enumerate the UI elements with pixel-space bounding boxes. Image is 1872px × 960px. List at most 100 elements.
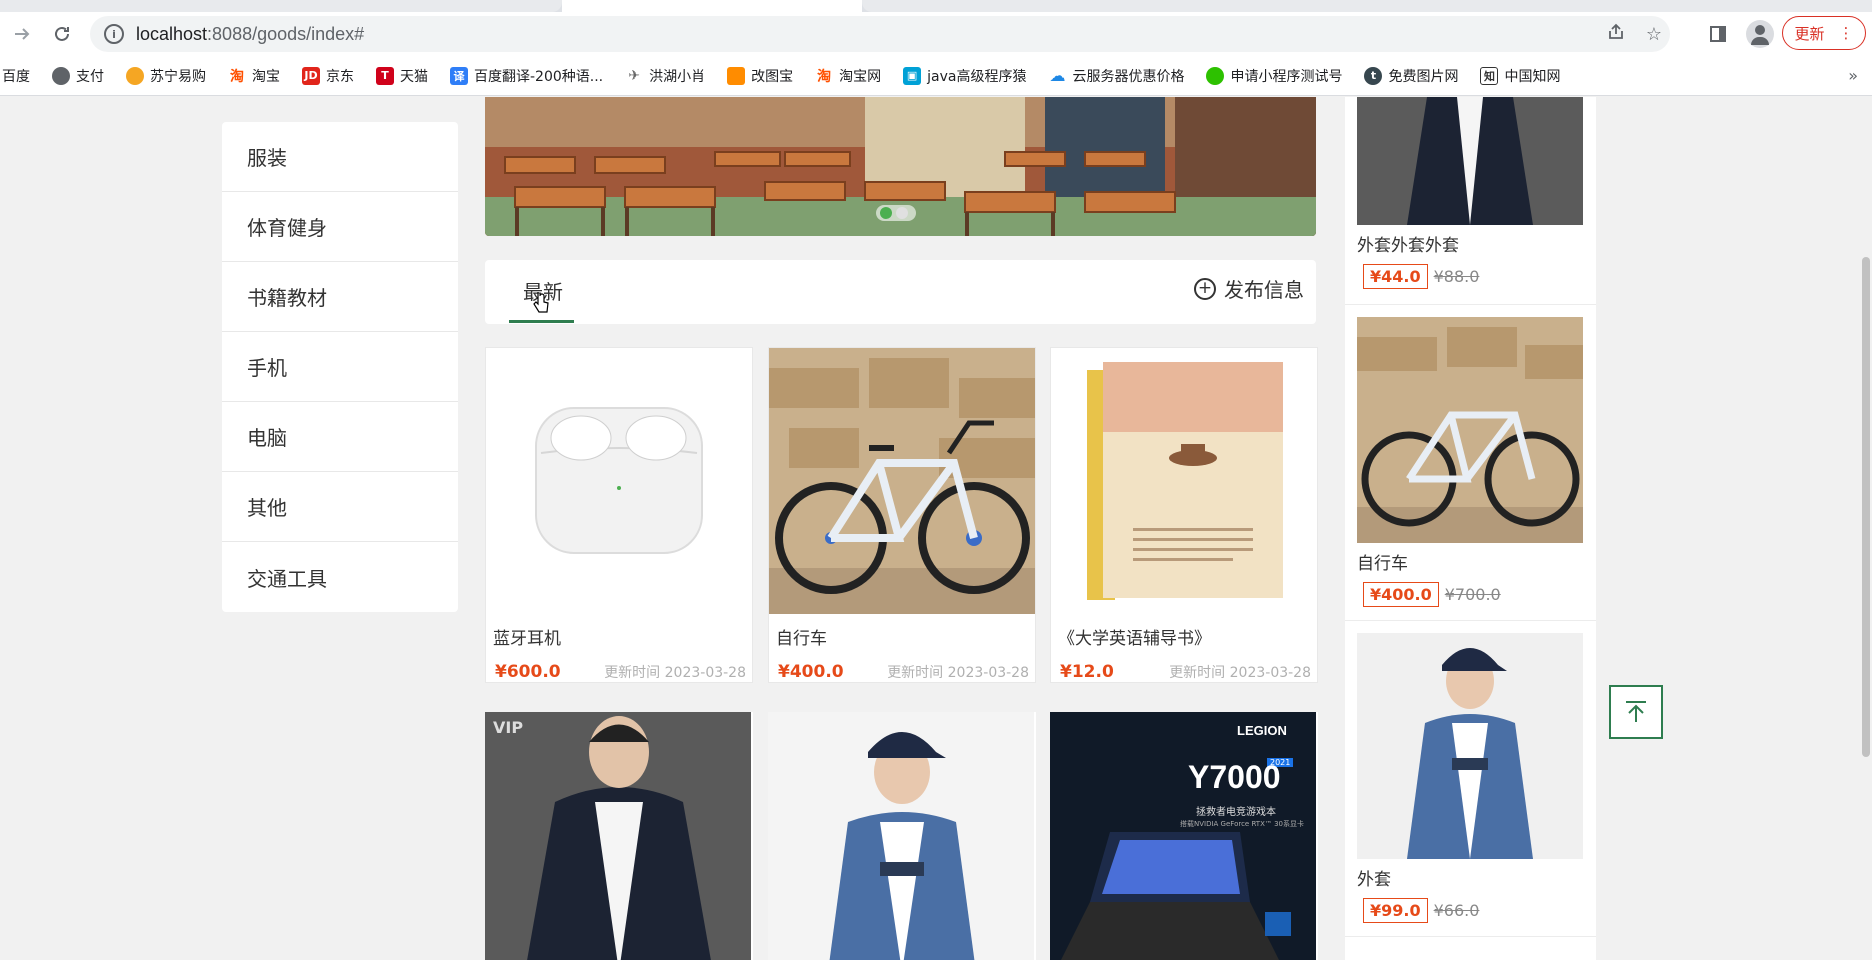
product-card[interactable] [768,712,1036,960]
bookmark-item[interactable]: 申请小程序测试号 [1206,66,1342,86]
category-item[interactable]: 体育健身 [222,192,458,262]
scrollbar-thumb[interactable] [1862,257,1870,757]
category-item[interactable]: 服装 [222,122,458,192]
recommend-price: ¥99.0 [1363,898,1428,923]
product-image[interactable] [768,712,1034,960]
product-update-time: 更新时间 2023-03-28 [1169,665,1311,681]
product-card[interactable]: 《大学英语辅导书》 ¥12.0 更新时间 2023-03-28 [1050,347,1318,683]
bookmark-item[interactable]: 百度 [2,66,30,86]
bookmark-item[interactable]: ☁ 云服务器优惠价格 [1048,66,1184,86]
bookmark-item[interactable]: 淘淘宝网 [815,66,881,86]
translate-icon: 译 [450,66,468,85]
carousel-dot[interactable] [896,207,908,219]
product-image[interactable] [769,348,1035,614]
side-panel-icon[interactable] [1704,20,1732,48]
bookmark-item[interactable]: ▣ java高级程序猿 [903,66,1026,86]
product-card[interactable]: 蓝牙耳机 ¥600.0 更新时间 2023-03-28 [485,347,753,683]
publish-label: 发布信息 [1224,278,1304,302]
site-info-icon[interactable]: i [104,24,124,44]
add-circle-icon: + [1194,277,1216,300]
laptop-subtitle: 搭载NVIDIA GeForce RTX™ 30系显卡 [1180,820,1305,828]
laptop-tagline: 拯救者电竞游戏本 [1196,807,1276,818]
profile-avatar[interactable] [1746,20,1774,48]
product-price: ¥12.0 [1060,662,1114,682]
globe-icon [52,66,70,85]
product-image[interactable] [486,348,752,614]
star-bookmark-icon[interactable]: ☆ [1646,24,1662,45]
cnki-icon: 知 [1480,66,1499,85]
recommend-image[interactable] [1357,97,1583,225]
recommend-title[interactable]: 外套 [1357,865,1583,890]
category-item[interactable]: 交通工具 [222,542,458,612]
recommend-image[interactable] [1357,317,1583,543]
recommend-price: ¥400.0 [1363,582,1439,607]
recommend-title[interactable]: 外套外套外套 [1357,231,1583,256]
recommend-item[interactable]: 外套 ¥99.0 ¥66.0 [1357,633,1583,923]
browser-toolbar: i localhost:8088/goods/index# ☆ 更新 ⋮ [0,12,1872,56]
active-tab-indicator [509,320,574,323]
suning-icon [126,66,144,85]
product-title[interactable]: 蓝牙耳机 [486,614,752,656]
category-item[interactable]: 手机 [222,332,458,402]
recommend-title[interactable]: 自行车 [1357,549,1583,574]
product-title[interactable]: 《大学英语辅导书》 [1051,614,1317,656]
bookmark-item[interactable]: 淘淘宝 [228,66,280,86]
recommend-item[interactable]: 外套外套外套 ¥44.0 ¥88.0 [1357,97,1583,289]
product-image[interactable] [1051,348,1317,614]
image-tool-icon [727,66,746,85]
product-image[interactable] [1050,712,1316,960]
product-title[interactable]: 自行车 [769,614,1035,656]
back-to-top-button[interactable] [1609,685,1663,739]
reload-icon[interactable] [48,20,76,48]
product-price: ¥600.0 [495,662,561,682]
recommend-image[interactable] [1357,633,1583,859]
bookmark-item[interactable]: 知中国知网 [1480,66,1560,86]
recommend-old-price: ¥88.0 [1433,267,1480,286]
bookmarks-more-icon[interactable]: » [1848,66,1858,85]
browser-tab-active[interactable] [562,0,862,12]
bookmark-item[interactable]: ✈ 洪湖小肖 [625,66,705,86]
product-card[interactable] [1050,712,1318,960]
publish-button[interactable]: + 发布信息 [1194,274,1304,303]
recommend-item[interactable]: 自行车 ¥400.0 ¥700.0 [1357,317,1583,607]
product-update-time: 更新时间 2023-03-28 [604,665,746,681]
bookmark-item[interactable]: 支付 [52,66,104,86]
category-item[interactable]: 其他 [222,472,458,542]
more-vert-icon[interactable]: ⋮ [1839,24,1854,42]
recommend-column: 外套外套外套 ¥44.0 ¥88.0 自行车 ¥400.0 ¥700.0 外套 … [1345,97,1596,960]
recommend-old-price: ¥66.0 [1433,901,1480,920]
carousel-indicator[interactable] [876,205,916,221]
address-bar[interactable]: i localhost:8088/goods/index# ☆ [90,16,1670,52]
bookmark-item[interactable]: 译百度翻译-200种语... [450,66,603,86]
update-button[interactable]: 更新 ⋮ [1782,16,1866,50]
product-image[interactable] [485,712,751,960]
browser-tab[interactable] [862,0,1872,12]
product-card[interactable] [485,712,753,960]
url-text[interactable]: localhost:8088/goods/index# [136,24,364,45]
cloud-icon: ☁ [1049,66,1066,85]
vip-badge: VIP [493,718,524,737]
recommend-old-price: ¥700.0 [1444,585,1501,604]
bookmark-item[interactable]: JD 京东 [302,66,354,86]
product-price: ¥400.0 [778,662,844,682]
bookmark-item[interactable]: 苏宁易购 [126,66,206,86]
product-card[interactable]: 自行车 ¥400.0 更新时间 2023-03-28 [768,347,1036,683]
jd-icon: JD [302,66,320,85]
bookmark-item[interactable]: 改图宝 [727,66,793,86]
bird-icon: ✈ [628,67,640,84]
bookmark-item[interactable]: t 免费图片网 [1364,66,1458,86]
wechat-icon [1206,66,1225,85]
carousel-dot[interactable] [880,207,892,219]
browser-tabstrip [0,0,1872,12]
forward-icon[interactable] [8,20,36,48]
divider [1345,936,1596,937]
bookmarks-bar: 百度 支付 苏宁易购 淘淘宝 JD 京东 T 天猫 译百度翻译-200种语... ✈… [0,56,1872,96]
recommend-price: ¥44.0 [1363,264,1428,289]
category-item[interactable]: 书籍教材 [222,262,458,332]
category-item[interactable]: 电脑 [222,402,458,472]
browser-tab[interactable] [0,0,562,12]
divider [1345,620,1596,621]
bookmark-item[interactable]: T 天猫 [376,66,428,86]
share-icon[interactable] [1606,22,1626,47]
taobao-icon: 淘 [230,68,244,85]
